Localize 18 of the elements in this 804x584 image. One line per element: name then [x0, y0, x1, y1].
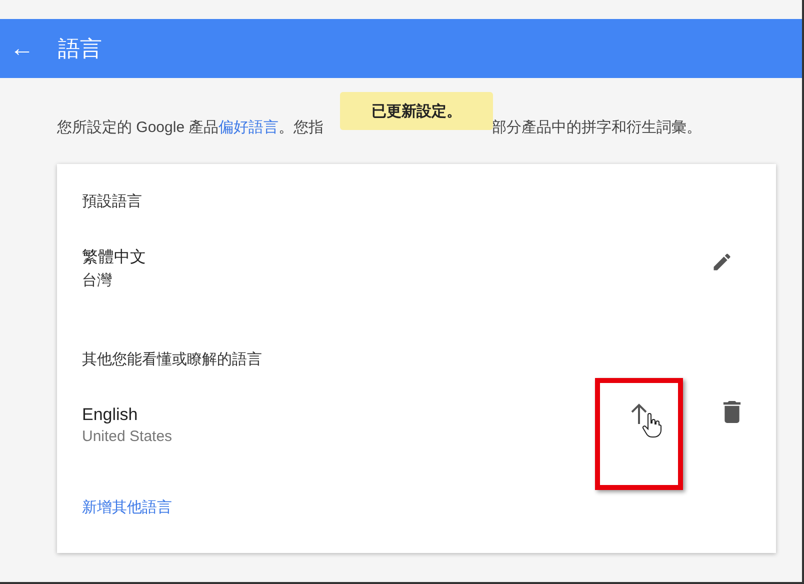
intro-text: 部分產品中的拼字和衍生詞彙。 — [492, 118, 702, 137]
page-title: 語言 — [58, 34, 102, 62]
delete-icon[interactable] — [723, 401, 741, 423]
toast-message: 已更新設定。 — [340, 92, 493, 130]
edit-icon[interactable] — [711, 251, 733, 273]
intro-text: 。您指 — [278, 118, 324, 137]
section-heading: 預設語言 — [82, 192, 143, 211]
language-region: 台灣 — [82, 271, 113, 290]
language-name: English — [82, 405, 139, 425]
language-region: United States — [82, 428, 172, 445]
intro-text: 您所設定的 Google 產品 — [57, 118, 219, 137]
hand-cursor-icon — [642, 413, 662, 439]
back-button[interactable]: ← — [10, 36, 34, 60]
arrow-up-icon[interactable] — [629, 403, 649, 425]
preferred-language-link[interactable]: 偏好語言 — [218, 118, 279, 137]
add-language-link[interactable]: 新增其他語言 — [82, 498, 172, 517]
language-name: 繁體中文 — [82, 248, 146, 268]
section-heading: 其他您能看懂或瞭解的語言 — [82, 350, 263, 369]
